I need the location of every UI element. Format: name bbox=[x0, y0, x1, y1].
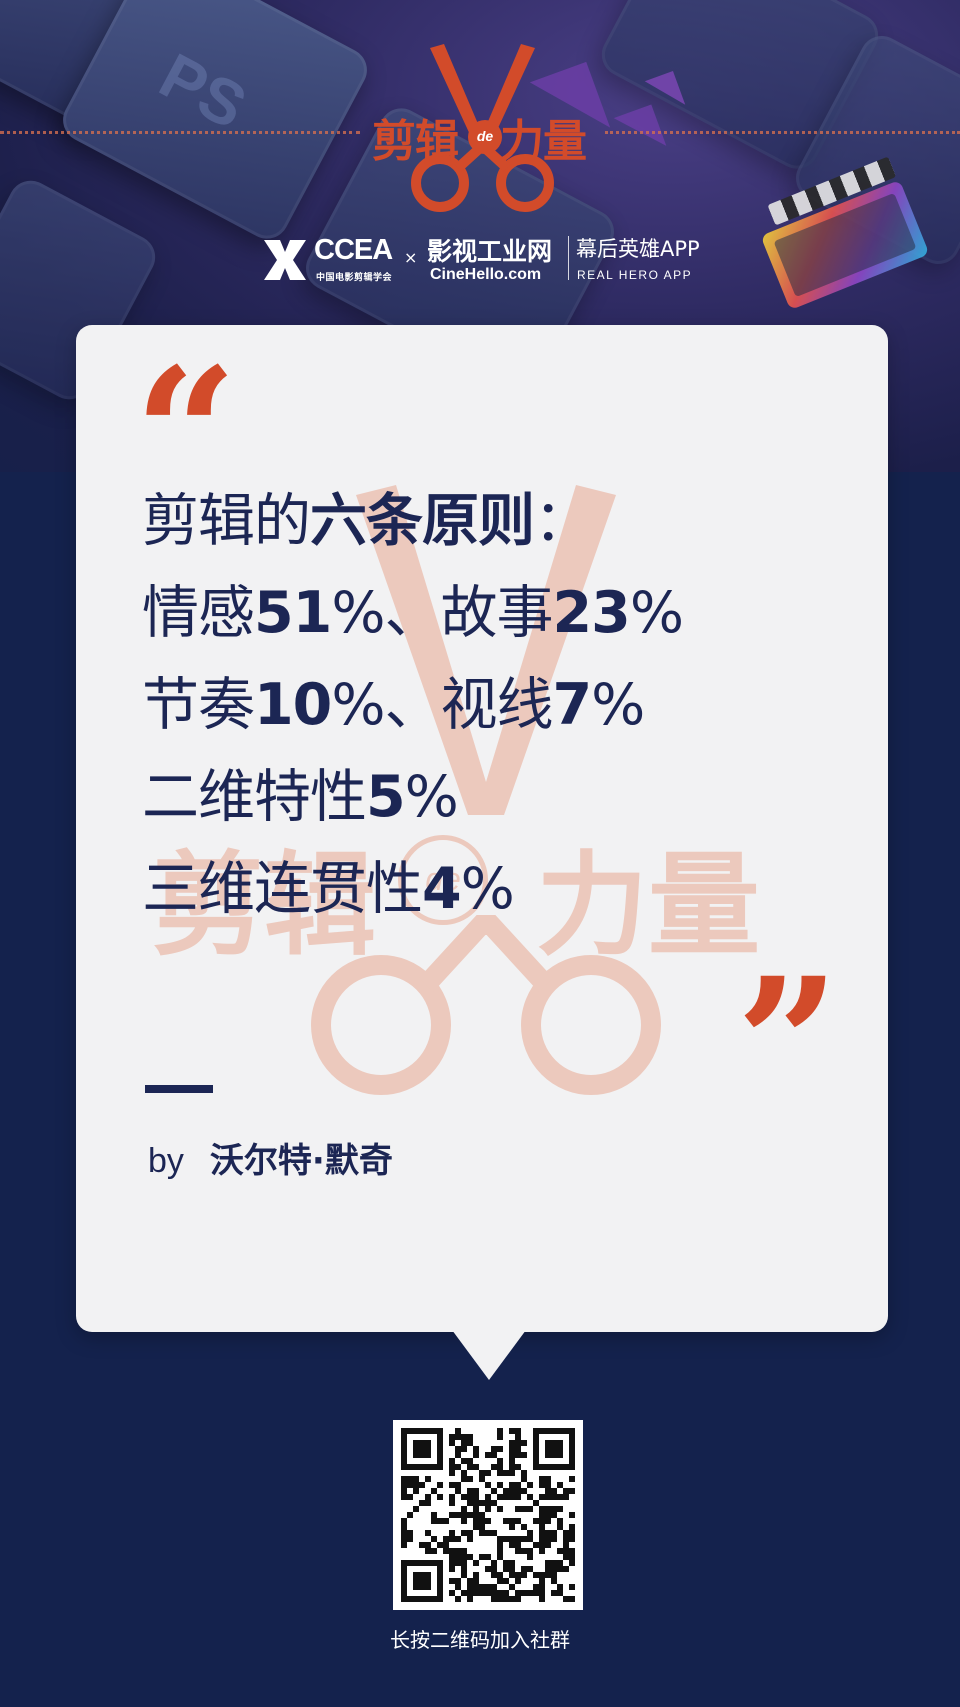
author-byline: by 沃尔特·默奇 bbox=[148, 1133, 393, 1182]
quote-line: 三维连贯性4% bbox=[142, 843, 842, 935]
quote-emphasis: 10 bbox=[254, 672, 332, 738]
realhero-english: REAL HERO APP bbox=[577, 268, 693, 282]
quote-run: % bbox=[460, 856, 515, 922]
quote-line: 剪辑的六条原则： bbox=[142, 475, 842, 567]
quote-emphasis: 23 bbox=[552, 580, 631, 646]
qr-caption: 长按二维码加入社群 bbox=[390, 1628, 570, 1652]
qr-code-icon bbox=[401, 1428, 575, 1602]
logo-text-right: 力量 bbox=[500, 116, 587, 167]
quote-run: % bbox=[629, 580, 684, 646]
dotted-divider-left bbox=[0, 131, 360, 134]
quote-card: 剪辑 de 力量 “ 剪辑的六条原则： 情感51%、故事23% 节奏10%、视线7%… bbox=[76, 325, 888, 1332]
cinehello-domain: CineHello.com bbox=[430, 266, 542, 283]
quote-line: 二维特性5% bbox=[142, 751, 842, 843]
cinehello-name: 影视工业网 bbox=[427, 237, 553, 266]
quote-run: 节奏 bbox=[142, 672, 255, 738]
author-name: 沃尔特·默奇 bbox=[209, 1141, 393, 1181]
quote-line: 节奏10%、视线7% bbox=[142, 659, 842, 751]
partner-separator: × bbox=[404, 248, 418, 267]
dotted-divider-right bbox=[605, 131, 960, 134]
quote-emphasis: 4 bbox=[422, 856, 462, 922]
quote-run: % bbox=[404, 764, 459, 830]
keyboard-key-ps-decoration: PS bbox=[55, 0, 375, 247]
brand-logo: 剪辑 de 力量 bbox=[360, 40, 605, 215]
quote-emphasis: 7 bbox=[552, 672, 593, 738]
partner-logos: CCEA 中国电影剪辑学会 × 影视工业网 CineHello.com 幕后英雄… bbox=[262, 232, 722, 288]
quote-run: %、故事 bbox=[331, 580, 553, 646]
ccea-logo-icon bbox=[264, 240, 306, 280]
quote-run: 情感 bbox=[142, 580, 255, 646]
quote-run: 三维连贯性 bbox=[142, 856, 423, 922]
quote-emphasis: 5 bbox=[366, 764, 406, 830]
quote-emphasis: 六条原则 bbox=[310, 488, 535, 554]
logo-de-badge: de bbox=[468, 120, 502, 154]
logo-text-left: 剪辑 bbox=[372, 116, 459, 167]
quote-line: 情感51%、故事23% bbox=[142, 567, 842, 659]
ccea-subtitle: 中国电影剪辑学会 bbox=[316, 273, 393, 283]
by-label: by bbox=[148, 1142, 184, 1180]
quote-emphasis: 51 bbox=[254, 580, 332, 646]
quote-run: ： bbox=[534, 488, 591, 554]
ccea-name: CCEA bbox=[314, 234, 393, 266]
speech-bubble-tail bbox=[452, 1330, 526, 1380]
close-quote-mark: ” bbox=[736, 939, 840, 1150]
qr-code[interactable] bbox=[393, 1420, 583, 1610]
quote-run: %、视线 bbox=[331, 672, 553, 738]
quote-text: 剪辑的六条原则： 情感51%、故事23% 节奏10%、视线7% 二维特性5% 三维连贯性… bbox=[142, 475, 842, 935]
partner-divider bbox=[568, 236, 569, 280]
quote-run: 剪辑的 bbox=[142, 488, 311, 554]
realhero-name: 幕后英雄APP bbox=[576, 237, 700, 261]
quote-run: 二维特性 bbox=[142, 764, 367, 830]
quote-run: % bbox=[591, 672, 645, 738]
author-dash bbox=[145, 1085, 213, 1093]
